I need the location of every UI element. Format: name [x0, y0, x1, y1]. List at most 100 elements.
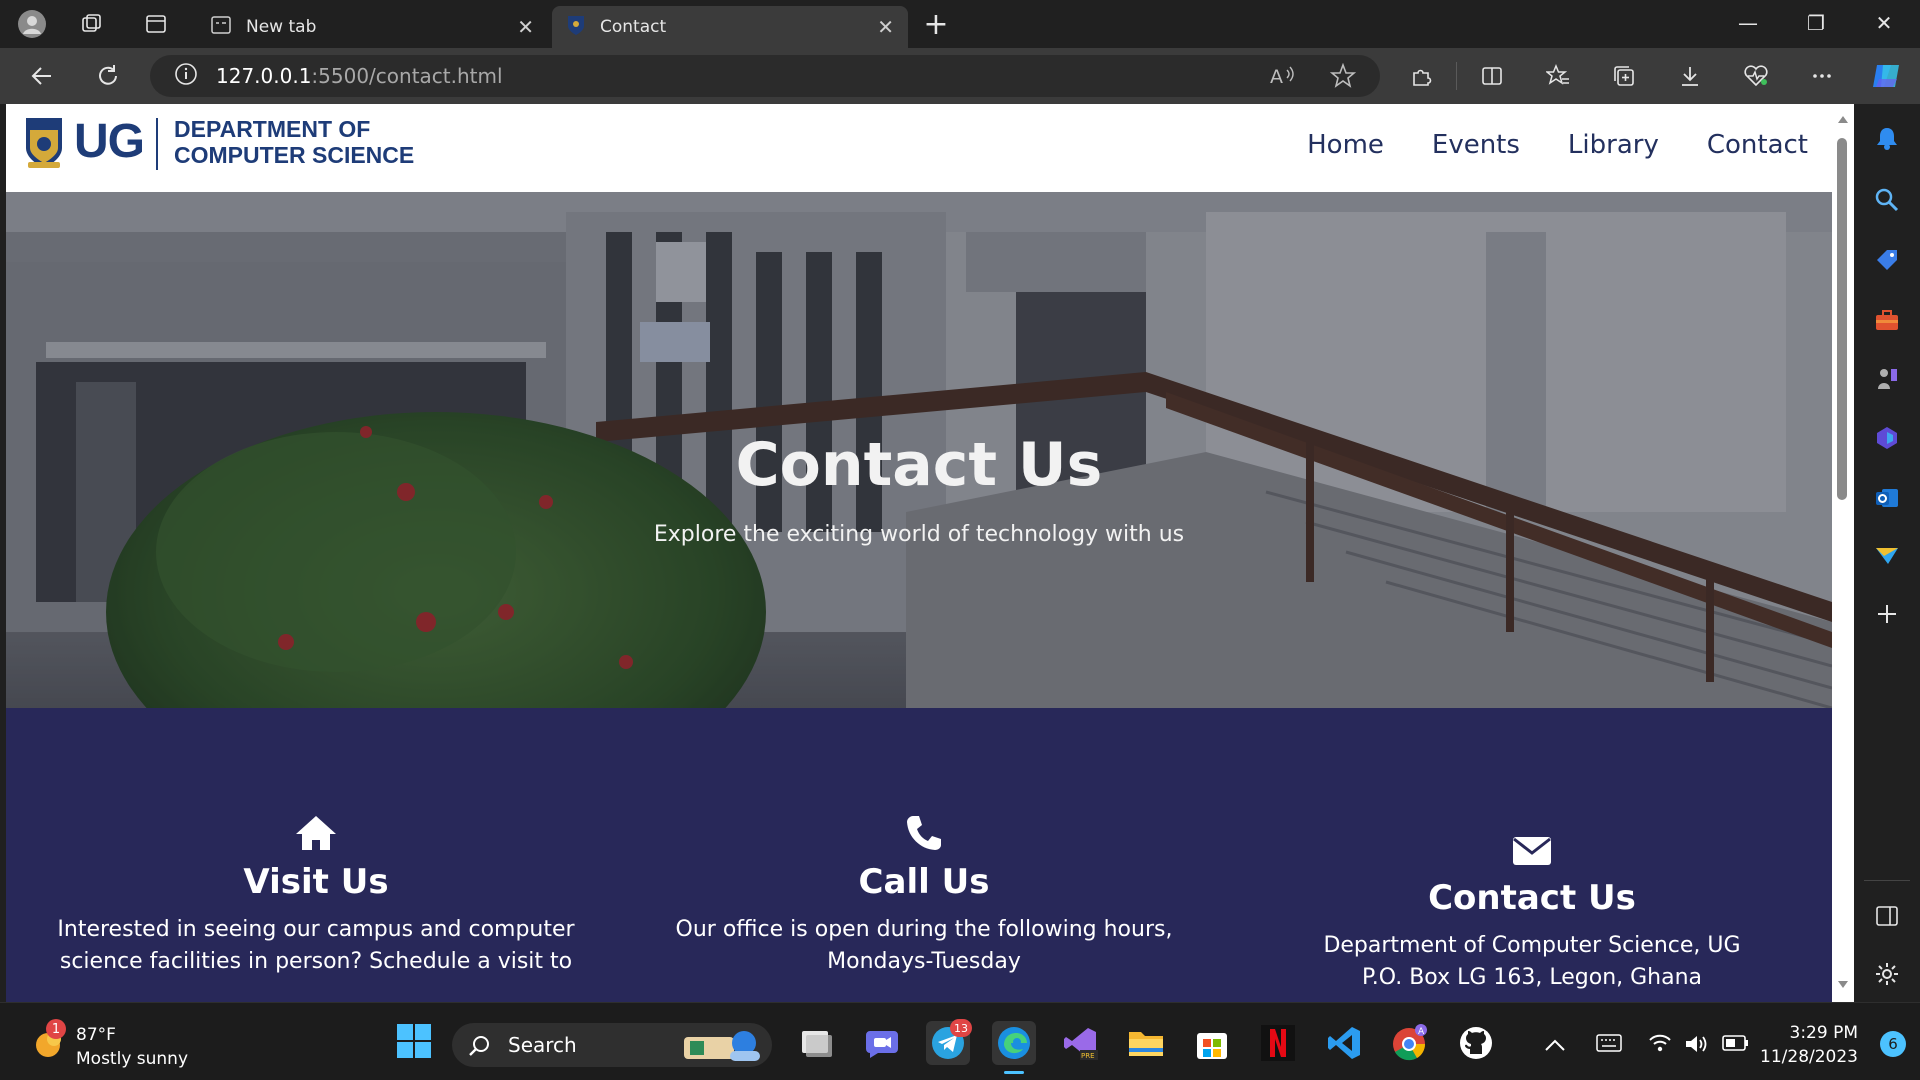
outlook-icon[interactable] [1871, 482, 1903, 514]
search-icon [469, 1036, 489, 1056]
address-bar[interactable]: 127.0.0.1 :5500/contact.html A [150, 55, 1380, 97]
tab-contact[interactable]: Contact ✕ [552, 6, 908, 48]
notifications-bell-icon[interactable] [1871, 122, 1903, 154]
new-tab-button[interactable]: + [918, 6, 954, 42]
edge-sidebar [1854, 104, 1920, 1002]
restore-button[interactable]: ❐ [1782, 0, 1850, 46]
back-icon[interactable] [24, 58, 60, 94]
minimize-button[interactable]: — [1714, 0, 1782, 46]
ug-crest-logo[interactable] [24, 118, 64, 170]
refresh-icon[interactable] [90, 58, 126, 94]
vscode-icon[interactable] [1322, 1021, 1366, 1065]
phone-icon [907, 816, 941, 850]
search-icon[interactable] [1871, 184, 1903, 216]
shopping-tag-icon[interactable] [1871, 244, 1903, 276]
nav-link-contact[interactable]: Contact [1707, 130, 1808, 160]
split-screen-icon[interactable] [1474, 58, 1510, 94]
telegram-badge: 13 [950, 1019, 972, 1037]
site-header: UG DEPARTMENT OF COMPUTER SCIENCE Home E… [6, 104, 1832, 192]
tab-new-tab[interactable]: New tab ✕ [196, 6, 548, 48]
show-hidden-icons-chevron-icon[interactable] [1544, 1033, 1566, 1057]
close-icon[interactable]: ✕ [517, 15, 534, 39]
volume-icon[interactable] [1684, 1033, 1710, 1060]
games-icon[interactable] [1871, 362, 1903, 394]
clock-time[interactable]: 3:29 PM [1790, 1023, 1859, 1043]
workspaces-icon[interactable] [74, 6, 110, 42]
search-label: Search [508, 1033, 577, 1057]
svg-text:A: A [1418, 1027, 1425, 1037]
weather-temperature[interactable]: 87°F [76, 1025, 116, 1045]
nav-link-home[interactable]: Home [1307, 130, 1384, 160]
tools-briefcase-icon[interactable] [1871, 304, 1903, 336]
taskbar-search[interactable]: Search [452, 1023, 772, 1067]
more-options-icon[interactable] [1804, 58, 1840, 94]
contact-info-section: Visit Us Interested in seeing our campus… [6, 708, 1832, 1002]
github-icon[interactable] [1454, 1021, 1498, 1065]
browser-titlebar: New tab ✕ Contact ✕ + — ❐ ✕ [0, 0, 1920, 48]
drop-send-icon[interactable] [1871, 540, 1903, 572]
downloads-icon[interactable] [1672, 58, 1708, 94]
tab-actions-icon[interactable] [138, 6, 174, 42]
url-path: :5500/contact.html [311, 64, 503, 88]
weather-sun-icon[interactable]: 1 [30, 1019, 66, 1061]
logo-wordmark[interactable]: UG [74, 114, 145, 169]
collections-icon[interactable] [1606, 58, 1642, 94]
card-text-line: science facilities in person? Schedule a… [59, 949, 573, 974]
card-text-line: Department of Computer Science, UG [1323, 933, 1741, 958]
hero-title: Contact Us [735, 430, 1103, 500]
extensions-icon[interactable] [1404, 58, 1440, 94]
hide-sidebar-icon[interactable] [1871, 900, 1903, 932]
keyboard-icon[interactable] [1596, 1033, 1622, 1057]
browser-toolbar: 127.0.0.1 :5500/contact.html A [0, 48, 1920, 104]
contact-us-card: Contact Us Department of Computer Scienc… [1232, 708, 1832, 994]
page-viewport: UG DEPARTMENT OF COMPUTER SCIENCE Home E… [6, 104, 1854, 1002]
clock-date[interactable]: 11/28/2023 [1760, 1047, 1858, 1067]
add-sidebar-app-icon[interactable] [1871, 598, 1903, 630]
hero-banner: Contact Us Explore the exciting world of… [6, 192, 1832, 708]
close-icon[interactable]: ✕ [877, 15, 894, 39]
scroll-up-icon[interactable] [1837, 114, 1849, 124]
logo-department-name[interactable]: DEPARTMENT OF COMPUTER SCIENCE [174, 116, 414, 168]
notification-center-badge[interactable]: 6 [1880, 1031, 1906, 1057]
envelope-icon [1513, 837, 1551, 865]
card-title: Contact Us [1428, 878, 1636, 918]
browser-essentials-icon[interactable] [1738, 58, 1774, 94]
edge-browser-icon[interactable] [992, 1021, 1036, 1074]
file-explorer-icon[interactable] [1124, 1021, 1168, 1065]
scrollbar-thumb[interactable] [1837, 138, 1847, 500]
card-text: Our office is open during the following … [624, 914, 1224, 978]
microsoft-store-icon[interactable] [1190, 1021, 1234, 1065]
ug-favicon-icon [566, 14, 586, 41]
new-tab-page-icon [210, 14, 232, 41]
copilot-icon[interactable] [1868, 58, 1904, 94]
nav-link-library[interactable]: Library [1568, 130, 1659, 160]
site-info-icon[interactable] [174, 62, 198, 90]
windows-taskbar: 1 87°F Mostly sunny Search 13 PRE A 3:29… [0, 1002, 1920, 1080]
card-text-line: Interested in seeing our campus and comp… [57, 917, 575, 942]
battery-icon[interactable] [1722, 1033, 1750, 1057]
chrome-icon[interactable]: A [1388, 1021, 1432, 1065]
tab-label: Contact [600, 17, 667, 37]
wifi-icon[interactable] [1648, 1033, 1672, 1058]
window-close-button[interactable]: ✕ [1850, 0, 1918, 46]
svg-text:PRE: PRE [1081, 1052, 1095, 1060]
microsoft-365-icon[interactable] [1871, 422, 1903, 454]
favorites-icon[interactable] [1540, 58, 1576, 94]
teams-chat-icon[interactable] [860, 1021, 904, 1065]
windows-start-icon[interactable] [396, 1023, 432, 1063]
weather-description[interactable]: Mostly sunny [76, 1049, 188, 1069]
scroll-down-icon[interactable] [1837, 980, 1849, 990]
favorite-star-icon[interactable] [1329, 62, 1357, 93]
telegram-icon[interactable]: 13 [926, 1019, 972, 1065]
nav-link-events[interactable]: Events [1432, 130, 1520, 160]
profile-avatar[interactable] [14, 6, 50, 42]
logo-line-1: DEPARTMENT OF [174, 116, 371, 142]
read-aloud-icon[interactable]: A [1270, 64, 1296, 92]
card-text-line: P.O. Box LG 163, Legon, Ghana [1361, 965, 1703, 990]
task-view-icon[interactable] [794, 1021, 838, 1065]
netflix-icon[interactable] [1256, 1021, 1300, 1065]
visual-studio-preview-icon[interactable]: PRE [1058, 1021, 1102, 1065]
main-nav: Home Events Library Contact [1307, 130, 1808, 160]
settings-gear-icon[interactable] [1871, 958, 1903, 990]
logo-line-2: COMPUTER SCIENCE [174, 142, 415, 168]
